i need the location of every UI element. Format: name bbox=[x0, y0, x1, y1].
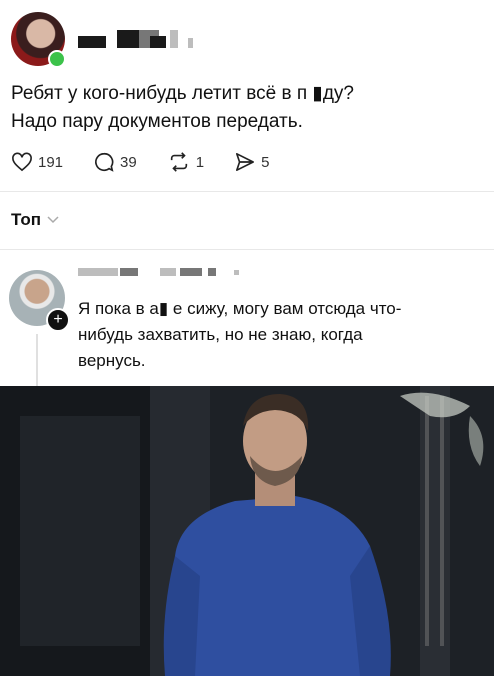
divider bbox=[0, 249, 494, 250]
post-text: Ребят у кого-нибудь летит всё в п ▮ду? Н… bbox=[11, 80, 481, 136]
online-status-dot bbox=[48, 50, 66, 68]
repost-icon bbox=[170, 152, 187, 172]
chevron-down-icon bbox=[47, 213, 59, 227]
photo-illustration bbox=[0, 386, 494, 676]
reply-text-line: Я пока в а▮ е сижу, могу вам отсюда что- bbox=[78, 299, 402, 318]
follow-plus-icon[interactable]: + bbox=[46, 308, 70, 332]
repost-count: 1 bbox=[195, 153, 205, 171]
post-text-line: Надо пару документов передать. bbox=[11, 111, 303, 132]
send-icon bbox=[236, 153, 255, 171]
post-text-line: Ребят у кого-нибудь летит всё в п ▮ду? bbox=[11, 83, 355, 104]
reply-button[interactable]: 39 bbox=[93, 151, 137, 173]
attached-photo[interactable] bbox=[0, 386, 494, 676]
sort-dropdown[interactable]: Топ bbox=[11, 210, 59, 230]
heart-icon bbox=[12, 152, 32, 172]
divider bbox=[0, 191, 494, 192]
repost-button[interactable]: 1 bbox=[167, 151, 204, 173]
post-actions: 191 39 1 5 bbox=[11, 150, 299, 174]
like-count: 191 bbox=[38, 153, 64, 171]
comment-icon bbox=[95, 152, 114, 172]
sort-label: Топ bbox=[11, 210, 41, 229]
share-count: 5 bbox=[261, 153, 270, 171]
thread-line bbox=[36, 334, 38, 386]
reply-text: Я пока в а▮ е сижу, могу вам отсюда что-… bbox=[78, 296, 478, 374]
post: Ребят у кого-нибудь летит всё в п ▮ду? Н… bbox=[0, 0, 494, 190]
reply-count: 39 bbox=[120, 153, 137, 171]
share-button[interactable]: 5 bbox=[234, 152, 269, 172]
reply-text-line: вернусь. bbox=[78, 351, 146, 370]
reply-text-line: нибудь захватить, но не знаю, когда bbox=[78, 325, 363, 344]
like-button[interactable]: 191 bbox=[11, 152, 63, 172]
